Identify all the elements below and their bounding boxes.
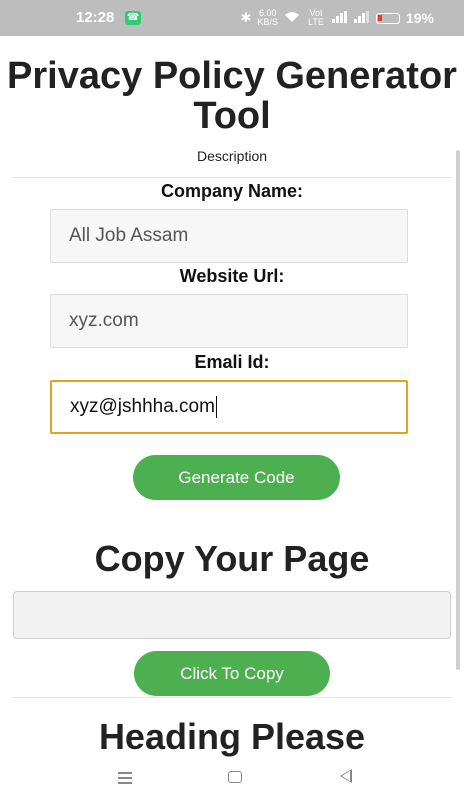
heading-please: Heading Please (98, 716, 366, 757)
battery-icon (375, 12, 400, 24)
divider (12, 177, 452, 178)
copy-your-page-heading: Copy Your Page (94, 538, 370, 579)
menu-icon[interactable] (118, 772, 132, 784)
scrollbar[interactable] (456, 150, 460, 670)
navigation-bar (0, 758, 464, 800)
wifi-icon (284, 11, 300, 26)
email-id-value: xyz@jshhha.com (70, 396, 215, 417)
company-name-input[interactable]: All Job Assam (50, 209, 408, 263)
status-icons: ✱ 6.00 KB/S VoI LTE 19% (241, 9, 434, 27)
back-icon[interactable] (340, 769, 352, 783)
home-icon[interactable] (228, 771, 242, 783)
signal-icon (331, 10, 348, 26)
generate-code-button[interactable]: Generate Code (133, 455, 340, 500)
speed-unit: KB/S (257, 17, 278, 27)
text-caret (215, 396, 218, 418)
website-url-input[interactable]: xyz.com (50, 294, 408, 348)
network-speed: 6.00 KB/S (257, 9, 278, 27)
email-id-label: Emali Id: (194, 352, 270, 372)
website-url-value: xyz.com (69, 310, 139, 331)
volte-badge: VoI LTE (308, 8, 324, 27)
status-time: 12:28 (76, 9, 115, 26)
company-name-value: All Job Assam (69, 225, 189, 246)
website-url-label: Website Url: (179, 266, 285, 286)
signal-icon (353, 10, 370, 26)
click-to-copy-button[interactable]: Click To Copy (134, 651, 330, 696)
battery-percent: 19% (405, 10, 434, 26)
code-output-box[interactable] (13, 591, 451, 639)
email-id-input[interactable]: xyz@jshhha.com (50, 380, 408, 434)
status-bar: 12:28 ☎ ✱ 6.00 KB/S VoI LTE 19% (0, 0, 464, 36)
page-title: Privacy Policy Generator Tool (7, 55, 457, 137)
divider (12, 697, 452, 698)
bluetooth-icon: ✱ (240, 10, 252, 25)
call-icon: ☎ (125, 11, 141, 25)
company-name-label: Company Name: (160, 181, 304, 201)
page-description: Description (196, 148, 268, 164)
